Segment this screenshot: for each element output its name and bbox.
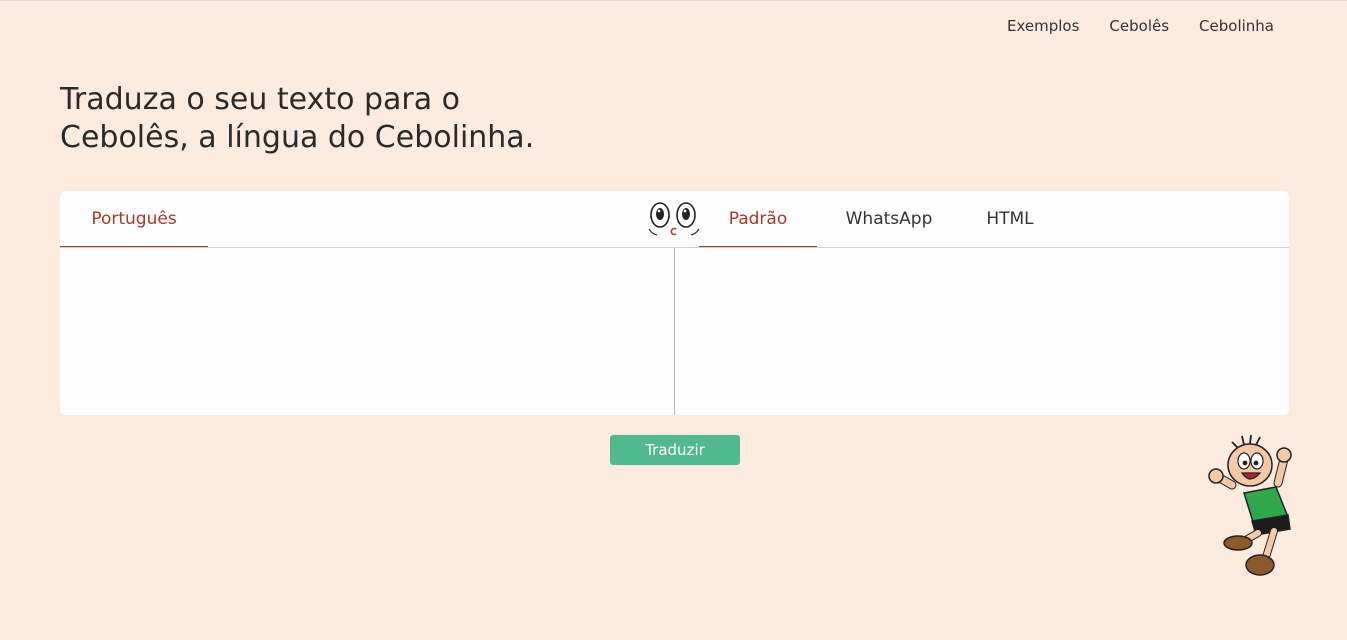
output-text-area[interactable] [675, 248, 1289, 415]
nav-link-exemplos[interactable]: Exemplos [1007, 17, 1079, 35]
nav-link-ceboles[interactable]: Cebolês [1109, 17, 1169, 35]
translator-panel: Português Padrão WhatsApp HTML [60, 191, 1289, 415]
top-nav: Exemplos Cebolês Cebolinha [1007, 17, 1274, 35]
tab-whatsapp[interactable]: WhatsApp [817, 191, 961, 247]
tab-padrao[interactable]: Padrão [699, 191, 817, 247]
page-title: Traduza o seu texto para o Cebolês, a lí… [60, 81, 620, 157]
translator-tabbar: Português Padrão WhatsApp HTML [60, 191, 1289, 248]
page-title-line-1: Traduza o seu texto para o [60, 82, 461, 117]
tab-html[interactable]: HTML [961, 191, 1059, 247]
translate-button[interactable]: Traduzir [610, 435, 740, 465]
nav-link-cebolinha[interactable]: Cebolinha [1199, 17, 1274, 35]
source-text-input[interactable] [60, 248, 674, 415]
page-title-line-2: Cebolês, a língua do Cebolinha. [60, 120, 535, 155]
cebolinha-character [1208, 434, 1292, 576]
cebolinha-eyes-icon [648, 202, 700, 236]
tab-portugues[interactable]: Português [60, 191, 208, 247]
